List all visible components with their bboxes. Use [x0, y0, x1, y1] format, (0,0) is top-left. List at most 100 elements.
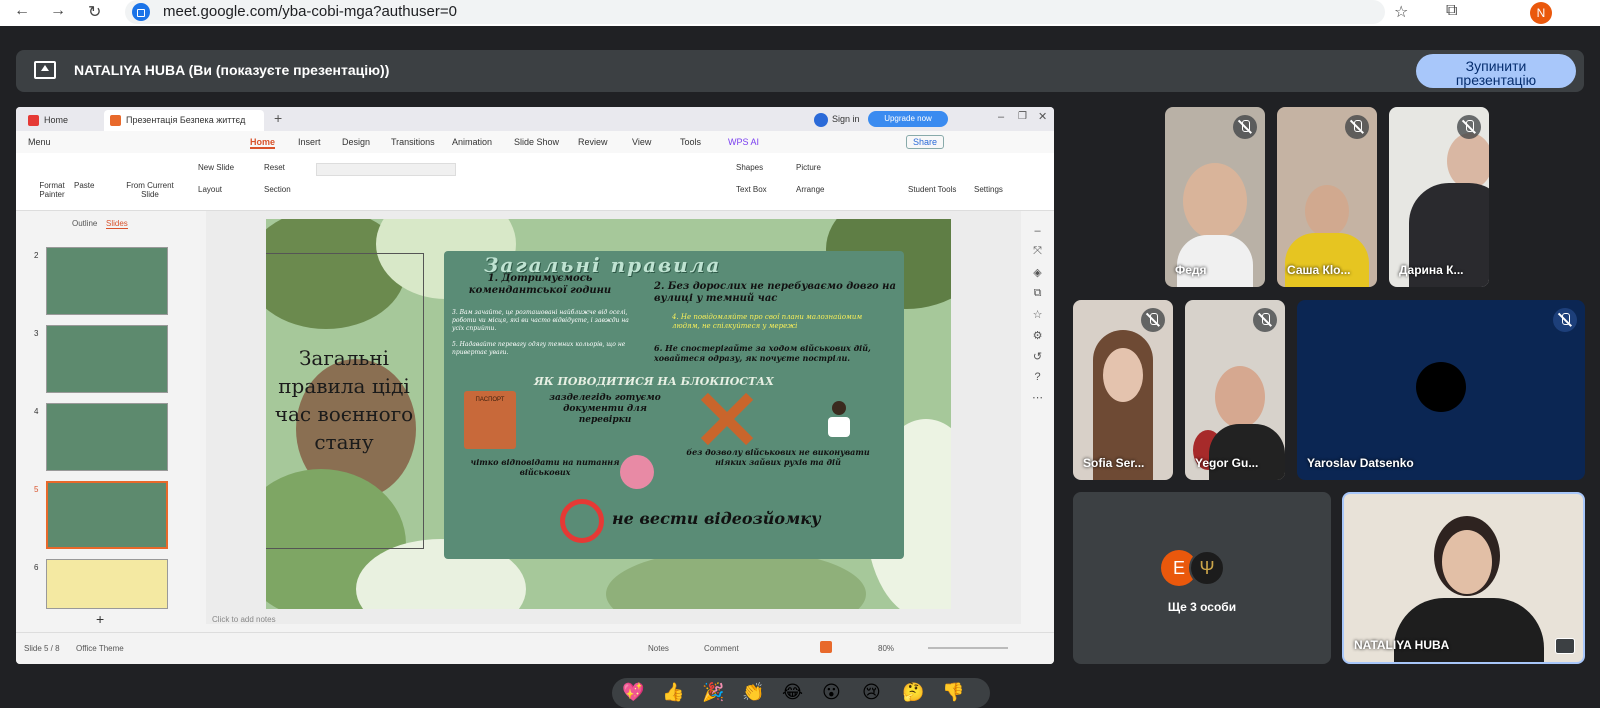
close-icon[interactable]: ✕	[1038, 110, 1047, 123]
mic-off-icon	[1141, 308, 1165, 332]
browser-toolbar: ← → ↻ meet.google.com/yba-cobi-mga?authu…	[0, 0, 1600, 26]
rail-collapse-icon[interactable]: –	[1021, 225, 1054, 237]
participant-name: Yaroslav Datsenko	[1307, 456, 1414, 470]
extensions-icon[interactable]: ⧉	[1446, 2, 1457, 20]
new-slide-button[interactable]: New Slide	[198, 163, 234, 172]
rail-more-icon[interactable]: ⋯	[1021, 391, 1054, 404]
reaction-heart-icon[interactable]: 💖	[622, 682, 644, 703]
text-box-button[interactable]: Text Box	[736, 185, 767, 194]
side-tool-rail: – ⤧ ◈ ⧉ ☆ ⚙ ↺ ? ⋯	[1021, 211, 1054, 632]
user-icon[interactable]	[814, 113, 828, 127]
shapes-button[interactable]: Shapes	[736, 163, 763, 172]
picture-button[interactable]: Picture	[796, 163, 821, 172]
checkpoint-heading: ЯК ПОВОДИТИСЯ НА БЛОКПОСТАХ	[534, 375, 774, 388]
rail-star-icon[interactable]: ☆	[1021, 308, 1054, 321]
reaction-thumbs-down-icon[interactable]: 👎	[942, 682, 964, 703]
participant-tile-daryna[interactable]: Дарина К...	[1389, 107, 1489, 287]
participant-tile-yegor[interactable]: Yegor Gu...	[1185, 300, 1285, 480]
slide-thumbnail-3[interactable]	[46, 325, 168, 393]
participant-tile-nataliya[interactable]: NATALIYA HUBA	[1342, 492, 1585, 664]
no-video-text: не вести відеозйомку	[612, 509, 821, 528]
section-button[interactable]: Section	[264, 185, 291, 194]
presenting-status: NATALIYA HUBA (Ви (показуєте презентацію…	[74, 62, 390, 78]
from-current-slide-button[interactable]: From Current Slide	[126, 181, 174, 199]
reload-icon[interactable]: ↻	[88, 2, 101, 22]
zoom-slider[interactable]	[928, 647, 1008, 649]
slideshow-play-icon[interactable]	[820, 641, 832, 653]
menu-tab-animation[interactable]: Animation	[452, 137, 492, 147]
reaction-thinking-icon[interactable]: 🤔	[902, 682, 924, 703]
menu-tab-tools[interactable]: Tools	[680, 137, 701, 147]
add-slide-button[interactable]: +	[96, 611, 104, 627]
rail-help-icon[interactable]: ?	[1021, 371, 1054, 383]
share-button[interactable]: Share	[906, 135, 945, 149]
reaction-thumbs-up-icon[interactable]: 👍	[662, 682, 684, 703]
reaction-laugh-icon[interactable]: 😂	[782, 682, 803, 703]
slide-thumbnail-panel: Outline Slides 2 3 4 5 6 +	[16, 211, 191, 632]
menu-tab-home[interactable]: Home	[250, 137, 276, 149]
menu-tab-insert[interactable]: Insert	[298, 137, 321, 147]
participant-tile-yaroslav[interactable]: Yaroslav Datsenko	[1297, 300, 1585, 480]
url-text[interactable]: meet.google.com/yba-cobi-mga?authuser=0	[163, 3, 457, 20]
slide-thumbnail-6[interactable]	[46, 559, 168, 609]
participant-tile-sasha[interactable]: Саша Кlo...	[1277, 107, 1377, 287]
rail-style-icon[interactable]: ◈	[1021, 266, 1054, 279]
settings-button[interactable]: Settings	[974, 185, 1003, 194]
paste-button[interactable]: Paste	[74, 181, 94, 190]
reaction-party-icon[interactable]: 🎉	[702, 682, 724, 703]
format-painter-button[interactable]: Format Painter	[36, 181, 68, 199]
forward-icon[interactable]: →	[50, 2, 66, 20]
font-name-select[interactable]	[316, 163, 456, 176]
slide-counter: Slide 5 / 8	[24, 644, 60, 653]
reset-button[interactable]: Reset	[264, 163, 285, 172]
layout-button[interactable]: Layout	[198, 185, 222, 194]
menu-tab-view[interactable]: View	[632, 137, 651, 147]
menu-tab-slide-show[interactable]: Slide Show	[514, 137, 559, 147]
rail-adjust-icon[interactable]: ⚙	[1021, 329, 1054, 342]
reaction-surprised-icon[interactable]: 😮	[822, 682, 841, 703]
zoom-level[interactable]: 80%	[878, 644, 894, 653]
shrugging-person-icon	[814, 401, 864, 445]
app-tab-document[interactable]: Презентація Безпека життєд	[104, 110, 264, 131]
presenting-banner: NATALIYA HUBA (Ви (показуєте презентацію…	[16, 50, 1584, 92]
slide-title-placeholder[interactable]: Загальні правила ціді час воєнного стану	[266, 253, 424, 549]
reaction-sad-icon[interactable]: 😢	[862, 682, 881, 703]
slides-tab[interactable]: Slides	[106, 219, 128, 229]
stop-label-line2: презентацію	[1455, 71, 1537, 88]
address-bar[interactable]: meet.google.com/yba-cobi-mga?authuser=0	[125, 0, 1385, 24]
rail-transform-icon[interactable]: ⤧	[1021, 245, 1054, 258]
stop-presenting-button[interactable]: Зупинити презентацію	[1416, 54, 1576, 88]
sign-in-link[interactable]: Sign in	[832, 114, 860, 124]
participant-video	[1103, 348, 1143, 402]
bookmark-star-icon[interactable]: ☆	[1394, 2, 1408, 22]
notes-placeholder[interactable]: Click to add notes	[212, 615, 276, 624]
new-tab-button[interactable]: +	[274, 110, 282, 126]
participant-tile-more[interactable]: E Ψ Ще 3 особи	[1073, 492, 1331, 664]
presenting-screen-icon[interactable]	[1555, 638, 1575, 654]
menu-tab-review[interactable]: Review	[578, 137, 608, 147]
slide-thumbnail-5-selected[interactable]	[46, 481, 168, 549]
app-tab-home[interactable]: Home	[22, 110, 102, 131]
restore-icon[interactable]: ❐	[1018, 111, 1027, 122]
menu-tab-wps-ai[interactable]: WPS AI	[728, 137, 759, 147]
outline-tab[interactable]: Outline	[72, 219, 97, 228]
menu-tab-transitions[interactable]: Transitions	[391, 137, 435, 147]
reaction-clap-icon[interactable]: 👏	[742, 682, 764, 703]
upgrade-button[interactable]: Upgrade now	[868, 111, 948, 127]
comment-toggle[interactable]: Comment	[704, 644, 739, 653]
arrange-button[interactable]: Arrange	[796, 185, 824, 194]
participant-tile-fedya[interactable]: Федя	[1165, 107, 1265, 287]
menu-button[interactable]: Menu	[28, 137, 51, 147]
student-tools-button[interactable]: Student Tools	[908, 185, 956, 194]
menu-tab-design[interactable]: Design	[342, 137, 370, 147]
notes-toggle[interactable]: Notes	[648, 644, 669, 653]
rail-history-icon[interactable]: ↺	[1021, 350, 1054, 363]
slide-thumbnail-2[interactable]	[46, 247, 168, 315]
back-icon[interactable]: ←	[14, 2, 30, 20]
profile-avatar[interactable]: N	[1530, 2, 1552, 24]
slide-thumbnail-4[interactable]	[46, 403, 168, 471]
minimize-icon[interactable]: –	[998, 111, 1004, 123]
participant-tile-sofia[interactable]: Sofia Ser...	[1073, 300, 1173, 480]
current-slide[interactable]: Загальні правила ціді час воєнного стану…	[266, 219, 951, 609]
rail-copy-icon[interactable]: ⧉	[1021, 287, 1054, 300]
